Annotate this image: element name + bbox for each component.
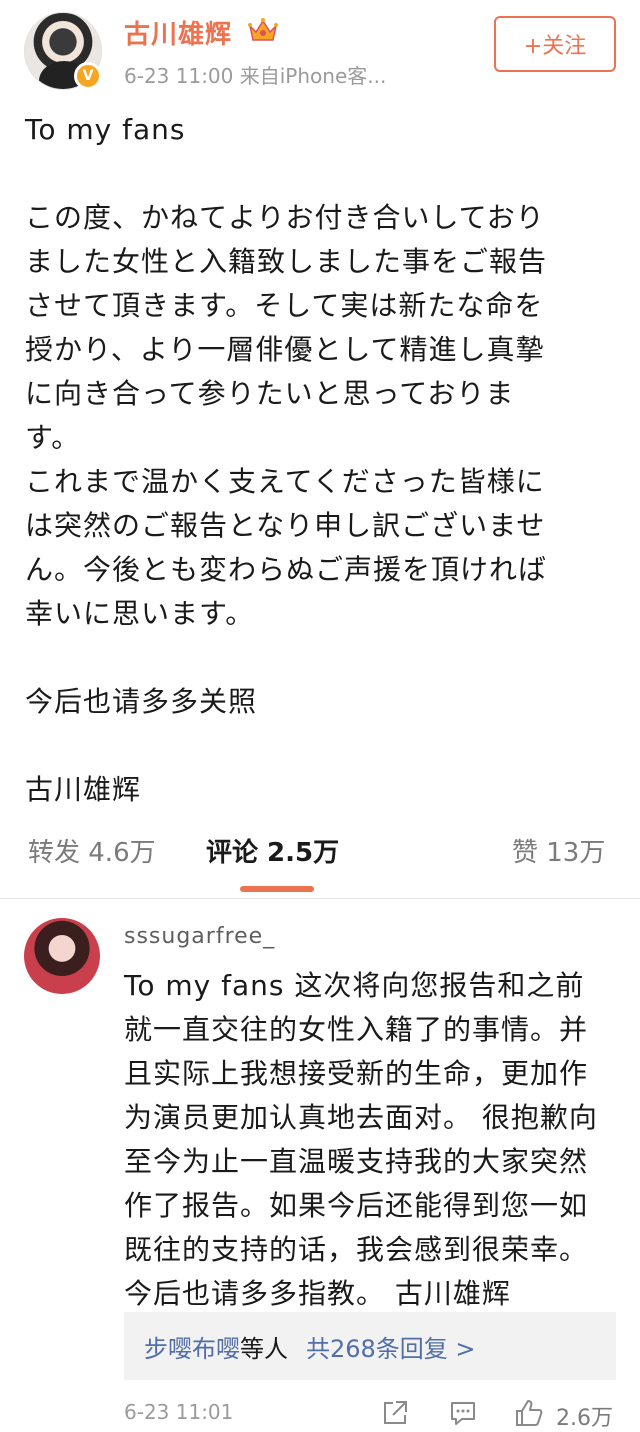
comment-line: 至今为止一直温暖支持我的大家突然 — [124, 1145, 589, 1178]
comment-line: 就一直交往的女性入籍了的事情。并 — [124, 1013, 589, 1046]
reply-suffix: 等人 — [240, 1334, 288, 1363]
post-line — [25, 724, 605, 768]
post-line: これまで温かく支えてくださった皆様に — [25, 465, 545, 498]
post-line: 今后也请多多关照 — [25, 685, 258, 718]
post-line: To my fans — [25, 113, 186, 146]
comment-text: To my fans 这次将向您报告和之前 就一直交往的女性入籍了的事情。并 且实际… — [124, 964, 622, 1316]
post-line: させて頂きます。そして実は新たな命を — [25, 289, 544, 322]
tab-like[interactable]: 赞 13万 — [512, 832, 605, 869]
divider — [0, 898, 640, 899]
post-line: 古川雄辉 — [25, 773, 142, 806]
reply-names[interactable]: 步嘤布嘤 — [144, 1329, 240, 1364]
post-line: ました女性と入籍致しました事をご報告 — [25, 245, 548, 278]
commenter-name[interactable]: sssugarfree_ — [124, 924, 275, 949]
post-meta: 6-23 11:00 来自iPhone客... — [124, 64, 387, 88]
verified-icon: V — [74, 62, 102, 90]
post-tabs: 转发 4.6万 评论 2.5万 赞 13万 — [0, 832, 640, 894]
post-line: この度、かねてよりお付き合いしており — [25, 201, 545, 234]
post-line: 授かり、より一層俳優として精進し真摯 — [25, 333, 545, 366]
tab-comment[interactable]: 评论 2.5万 — [206, 832, 339, 869]
crown-icon — [248, 18, 278, 41]
post-content: To my fans この度、かねてよりお付き合いしており ました女性と入籍致しまし… — [25, 108, 605, 812]
post-line — [25, 152, 605, 196]
comment-line: 今后也请多多指教。 古川雄辉 — [124, 1277, 511, 1310]
comment-line: 作了报告。如果今后还能得到您一如 — [124, 1189, 589, 1222]
tab-repost[interactable]: 转发 4.6万 — [28, 832, 156, 869]
comment-time: 6-23 11:01 — [124, 1400, 234, 1424]
post-line: に向き合って参りたいと思っておりま — [25, 377, 515, 410]
post-line: は突然のご報告となり申し訳ございませ — [25, 509, 546, 542]
follow-button[interactable]: +关注 — [494, 16, 616, 72]
comment-line: To my fans 这次将向您报告和之前 — [124, 969, 585, 1002]
post-line: ん。今後とも変わらぬご声援を頂ければ — [25, 553, 548, 586]
post-line: す。 — [25, 421, 81, 454]
active-tab-indicator — [240, 886, 314, 892]
post-line — [25, 636, 605, 680]
like-icon[interactable] — [514, 1398, 544, 1428]
comment-line: 为演员更加认真地去面对。 很抱歉向 — [124, 1101, 598, 1134]
reply-icon[interactable] — [448, 1398, 478, 1428]
post-header: V 古川雄辉 6-23 11:00 来自iPhone客... +关注 — [0, 0, 640, 100]
comment-line: 既往的支持的话，我会感到很荣幸。 — [124, 1233, 589, 1266]
replies-link[interactable]: 步嘤布嘤 等人 共268条回复 > — [124, 1312, 616, 1380]
author-name[interactable]: 古川雄辉 — [124, 14, 232, 51]
reply-count[interactable]: 共268条回复 > — [306, 1329, 476, 1364]
comment-line: 且实际上我想接受新的生命，更加作 — [124, 1057, 589, 1090]
commenter-avatar[interactable] — [24, 918, 100, 994]
share-icon[interactable] — [380, 1398, 410, 1428]
post-line: 幸いに思います。 — [25, 597, 255, 630]
like-count: 2.6万 — [556, 1406, 613, 1431]
